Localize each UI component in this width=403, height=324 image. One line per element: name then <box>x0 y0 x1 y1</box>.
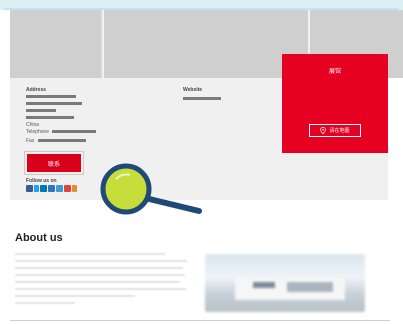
location-pin-icon <box>320 127 327 134</box>
fax-label: Fax <box>26 138 35 144</box>
website-heading: Website <box>183 87 203 93</box>
redacted-website[interactable] <box>183 97 221 100</box>
youtube-icon[interactable] <box>48 185 55 192</box>
follow-us-label: Follow us on <box>26 178 57 184</box>
other-icon[interactable] <box>72 185 77 192</box>
view-map-button[interactable]: 请在地图 <box>309 124 361 137</box>
social-icons <box>26 185 77 192</box>
twitter-icon[interactable] <box>34 185 39 192</box>
redacted-text <box>26 95 76 98</box>
redacted-text <box>52 130 96 133</box>
wechat-icon[interactable] <box>64 185 71 192</box>
pavilion-box: 展馆 请在地图 <box>282 54 388 153</box>
linkedin-icon[interactable] <box>40 185 47 192</box>
gallery-tile[interactable] <box>10 10 100 78</box>
redacted-text <box>26 102 82 105</box>
telephone-label: Telephone <box>26 129 50 135</box>
address-heading: Address <box>26 87 47 93</box>
redacted-text <box>26 116 74 119</box>
divider <box>10 320 390 321</box>
view-map-label: 请在地图 <box>329 128 350 134</box>
about-title: About us <box>15 232 63 244</box>
facebook-icon[interactable] <box>26 185 33 192</box>
magnifier-icon <box>100 163 202 215</box>
weibo-icon[interactable] <box>56 185 63 192</box>
contact-button[interactable]: 联系 <box>27 154 81 172</box>
top-band <box>0 0 403 10</box>
about-paragraph <box>15 253 190 309</box>
redacted-text <box>38 139 86 142</box>
gallery-tile[interactable] <box>102 10 308 78</box>
pavilion-title: 展馆 <box>328 69 341 75</box>
redacted-text <box>26 109 56 112</box>
country-text: China <box>26 122 40 128</box>
company-building-photo <box>205 254 365 312</box>
